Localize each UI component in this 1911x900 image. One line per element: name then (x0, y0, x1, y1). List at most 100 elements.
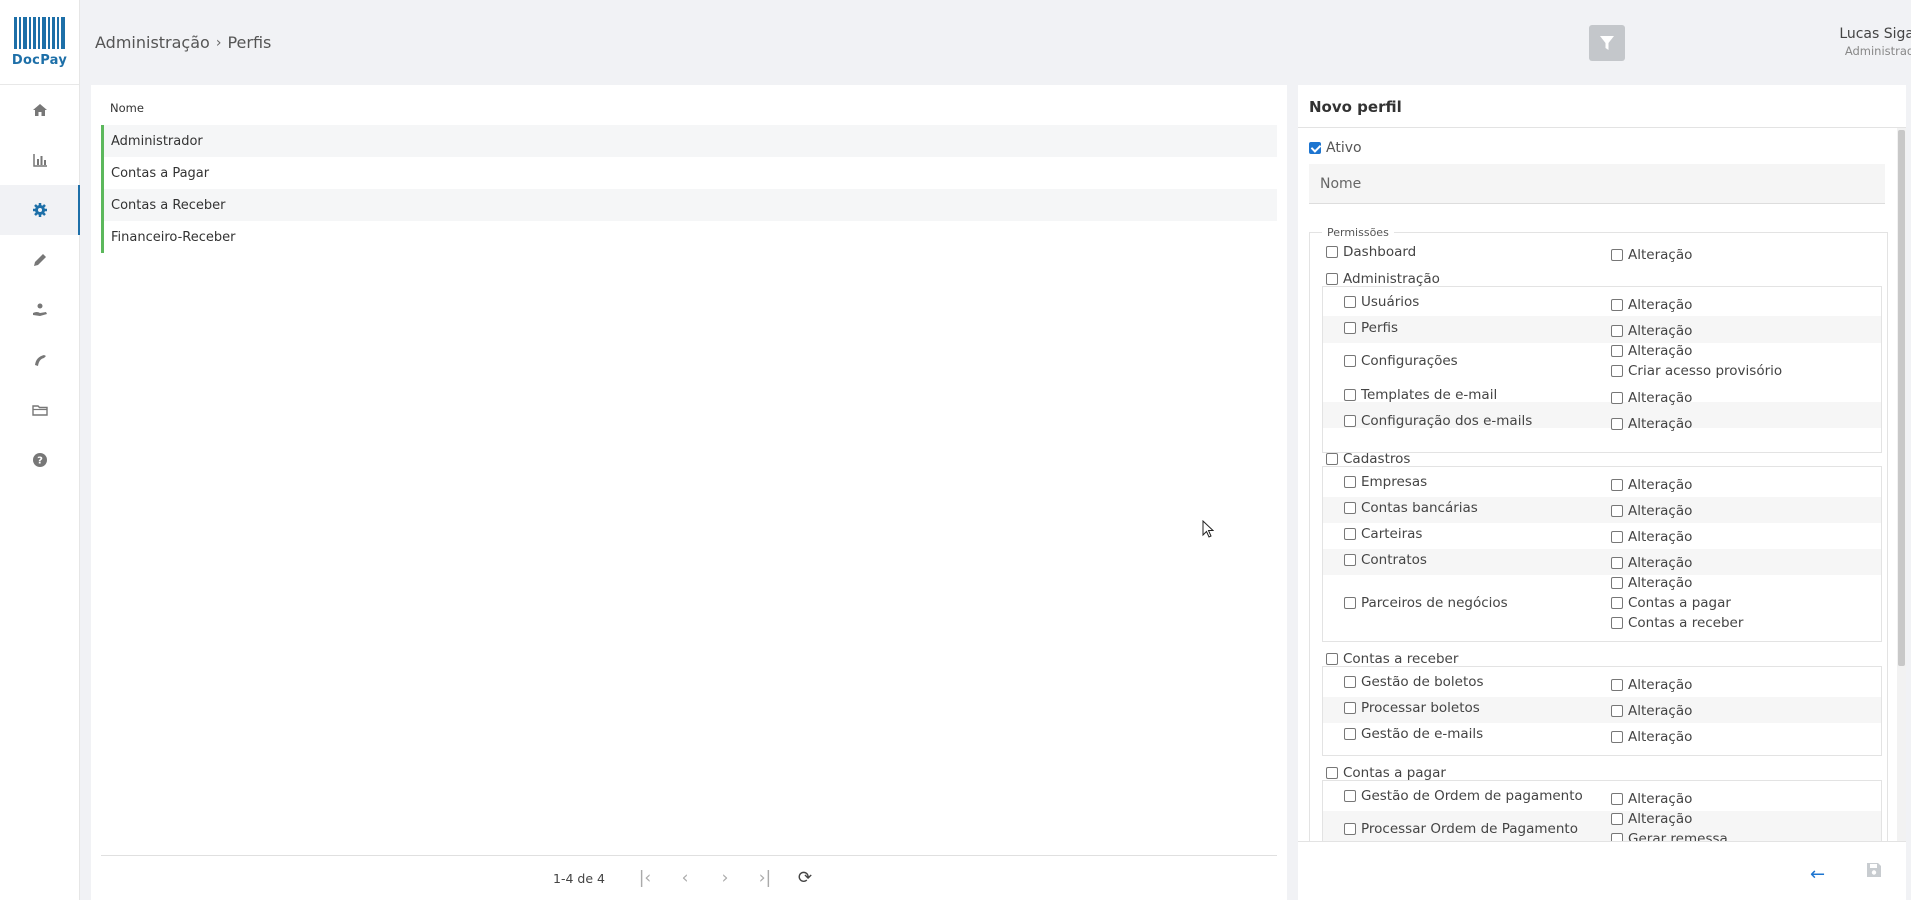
checkbox[interactable] (1611, 365, 1623, 377)
user-info[interactable]: Lucas Sigaki Administrador (1731, 26, 1911, 58)
checkbox[interactable] (1326, 653, 1338, 665)
perm-empresas[interactable]: Empresas (1344, 474, 1427, 490)
checkbox[interactable] (1344, 476, 1356, 488)
perm-parceiros-negocios[interactable]: Parceiros de negócios (1344, 595, 1508, 611)
checkbox[interactable] (1344, 355, 1356, 367)
checkbox[interactable] (1611, 505, 1623, 517)
table-row[interactable]: Financeiro-Receber (101, 221, 1277, 253)
checkbox[interactable] (1344, 554, 1356, 566)
perm-configuracoes[interactable]: Configurações (1344, 353, 1458, 369)
checkbox[interactable] (1344, 296, 1356, 308)
perm-contas-receber[interactable]: Contas a receber (1326, 651, 1458, 667)
perm-dashboard[interactable]: Dashboard (1326, 244, 1416, 260)
checkbox[interactable] (1344, 415, 1356, 427)
perm-processar-ordem-gerar-remessa[interactable]: Gerar remessa (1611, 831, 1728, 841)
checkbox[interactable] (1611, 597, 1623, 609)
perm-processar-ordem-alteracao[interactable]: Alteração (1611, 811, 1692, 827)
perm-gestao-boletos[interactable]: Gestão de boletos (1344, 674, 1484, 690)
perm-gestao-emails[interactable]: Gestão de e-mails (1344, 726, 1483, 742)
sidebar-item-reports[interactable] (0, 135, 79, 185)
table-row[interactable]: Contas a Pagar (101, 157, 1277, 189)
previous-page-icon[interactable]: ‹ (665, 868, 705, 888)
refresh-icon[interactable]: ⟳ (785, 868, 825, 888)
scrollbar-thumb[interactable] (1898, 130, 1905, 666)
checkbox[interactable] (1344, 528, 1356, 540)
checkbox[interactable] (1611, 705, 1623, 717)
checkbox[interactable] (1344, 728, 1356, 740)
table-row[interactable]: Contas a Receber (101, 189, 1277, 221)
sidebar-item-administration[interactable] (0, 185, 80, 235)
perm-gestao-emails-alteracao[interactable]: Alteração (1611, 729, 1692, 745)
save-icon[interactable] (1866, 862, 1882, 878)
perm-configuracao-emails[interactable]: Configuração dos e-mails (1344, 413, 1532, 429)
sidebar-item-payables[interactable] (0, 285, 79, 335)
checkbox[interactable] (1344, 502, 1356, 514)
perm-processar-boletos-alteracao[interactable]: Alteração (1611, 703, 1692, 719)
checkbox[interactable] (1344, 676, 1356, 688)
ativo-checkbox[interactable]: Ativo (1309, 140, 1362, 156)
perm-processar-ordem-pagamento[interactable]: Processar Ordem de Pagamento (1344, 821, 1578, 837)
app-logo[interactable]: DocPay (0, 0, 79, 85)
sidebar-item-files[interactable] (0, 385, 79, 435)
perm-parceiros-alteracao[interactable]: Alteração (1611, 575, 1692, 591)
sidebar-item-help[interactable]: ? (0, 435, 79, 485)
perm-configuracoes-acesso-provisorio[interactable]: Criar acesso provisório (1611, 363, 1782, 379)
perm-empresas-alteracao[interactable]: Alteração (1611, 477, 1692, 493)
column-header-nome[interactable]: Nome (110, 101, 144, 115)
form-scroll-area[interactable]: Ativo Permissões Dashboard Alteração Adm… (1298, 128, 1896, 841)
perm-administracao[interactable]: Administração (1326, 271, 1440, 287)
checkbox[interactable] (1611, 249, 1623, 261)
perm-processar-boletos[interactable]: Processar boletos (1344, 700, 1480, 716)
perm-carteiras-alteracao[interactable]: Alteração (1611, 529, 1692, 545)
checkbox[interactable] (1611, 731, 1623, 743)
perm-parceiros-contas-receber[interactable]: Contas a receber (1611, 615, 1743, 631)
perm-templates-email-alteracao[interactable]: Alteração (1611, 390, 1692, 406)
checkbox[interactable] (1611, 299, 1623, 311)
checkbox[interactable] (1611, 617, 1623, 629)
sidebar-item-edit[interactable] (0, 235, 79, 285)
checkbox[interactable] (1611, 479, 1623, 491)
perm-configuracao-emails-alteracao[interactable]: Alteração (1611, 416, 1692, 432)
table-row[interactable]: Administrador (101, 125, 1277, 157)
perm-perfis[interactable]: Perfis (1344, 320, 1398, 336)
perm-gestao-boletos-alteracao[interactable]: Alteração (1611, 677, 1692, 693)
checkbox[interactable] (1611, 392, 1623, 404)
checkbox[interactable] (1611, 418, 1623, 430)
checkbox[interactable] (1344, 702, 1356, 714)
checkbox[interactable] (1326, 767, 1338, 779)
checkbox[interactable] (1611, 813, 1623, 825)
perm-configuracoes-alteracao[interactable]: Alteração (1611, 343, 1692, 359)
checkbox[interactable] (1344, 790, 1356, 802)
last-page-icon[interactable]: ›| (745, 868, 785, 888)
checkbox[interactable] (1611, 531, 1623, 543)
sidebar-item-home[interactable] (0, 85, 79, 135)
checkbox[interactable] (1611, 325, 1623, 337)
perm-contas-pagar[interactable]: Contas a pagar (1326, 765, 1446, 781)
perm-templates-email[interactable]: Templates de e-mail (1344, 387, 1497, 403)
checkbox[interactable] (1611, 557, 1623, 569)
breadcrumb-parent[interactable]: Administração (95, 33, 210, 52)
perm-gestao-ordem-pagamento[interactable]: Gestão de Ordem de pagamento (1344, 788, 1583, 804)
back-arrow-icon[interactable]: ← (1810, 864, 1825, 885)
first-page-icon[interactable]: |‹ (625, 868, 665, 888)
perm-perfis-alteracao[interactable]: Alteração (1611, 323, 1692, 339)
checkbox[interactable] (1611, 345, 1623, 357)
checkbox[interactable] (1611, 577, 1623, 589)
checkbox[interactable] (1611, 793, 1623, 805)
next-page-icon[interactable]: › (705, 868, 745, 888)
checkbox[interactable] (1326, 273, 1338, 285)
perm-contratos[interactable]: Contratos (1344, 552, 1427, 568)
sidebar-item-receivables[interactable] (0, 335, 79, 385)
checkbox[interactable] (1344, 823, 1356, 835)
perm-dashboard-alteracao[interactable]: Alteração (1611, 247, 1692, 263)
checkbox[interactable] (1611, 679, 1623, 691)
nome-input[interactable] (1309, 164, 1885, 204)
perm-usuarios[interactable]: Usuários (1344, 294, 1419, 310)
perm-gestao-ordem-alteracao[interactable]: Alteração (1611, 791, 1692, 807)
filter-button[interactable] (1589, 25, 1625, 61)
perm-parceiros-contas-pagar[interactable]: Contas a pagar (1611, 595, 1731, 611)
perm-contas-bancarias[interactable]: Contas bancárias (1344, 500, 1478, 516)
perm-cadastros[interactable]: Cadastros (1326, 451, 1410, 467)
checkbox[interactable] (1326, 453, 1338, 465)
perm-contas-bancarias-alteracao[interactable]: Alteração (1611, 503, 1692, 519)
